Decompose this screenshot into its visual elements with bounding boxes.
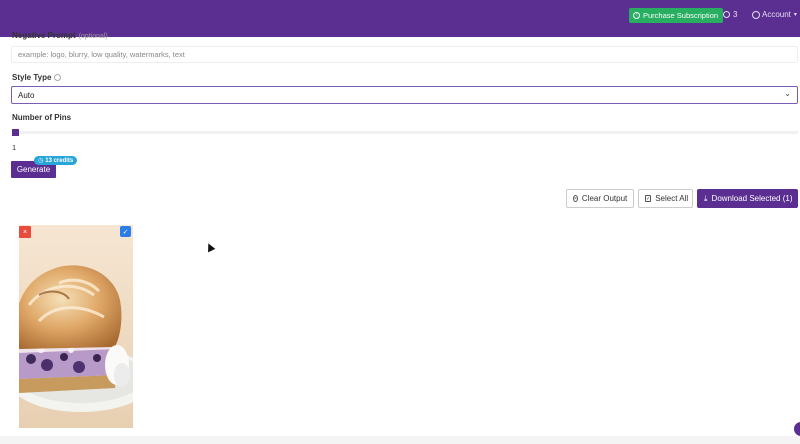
pin-select-checkbox[interactable]: ✓	[120, 226, 131, 237]
page-bottom-edge	[0, 436, 800, 444]
style-type-selected-value: Auto	[18, 91, 35, 100]
download-selected-label: Download Selected (1)	[711, 194, 793, 203]
download-icon: ⤓	[704, 193, 708, 203]
remove-pin-button[interactable]: ×	[19, 226, 31, 238]
style-type-label: Style Type	[12, 73, 62, 82]
caret-down-icon: ▾	[793, 12, 797, 18]
credits-indicator[interactable]: 3	[723, 10, 737, 19]
generated-pin-image[interactable]	[19, 225, 133, 428]
download-selected-button[interactable]: ⤓ Download Selected (1)	[697, 189, 798, 208]
mouse-cursor	[204, 241, 216, 253]
close-circle-icon: ×	[573, 195, 578, 202]
select-all-label: Select All	[655, 194, 689, 203]
arrow-up-circle-icon: ↑	[633, 12, 640, 19]
help-chat-button[interactable]	[794, 422, 800, 436]
purchase-subscription-button[interactable]: ↑ Purchase Subscription	[629, 8, 724, 23]
account-menu[interactable]: Account ▾	[752, 10, 797, 19]
style-type-label-text: Style Type	[12, 73, 52, 82]
checkbox-icon: ✓	[645, 195, 652, 202]
cheesecake-image	[19, 225, 133, 428]
account-label: Account	[762, 10, 791, 19]
credits-cost-text: 13 credits	[45, 157, 74, 164]
pins-slider-track[interactable]	[12, 131, 798, 134]
negative-prompt-label-text: Negative Prompt	[12, 31, 76, 40]
negative-prompt-label: Negative Prompt (optional)	[12, 31, 108, 40]
negative-prompt-input[interactable]	[11, 46, 798, 63]
purchase-subscription-label: Purchase Subscription	[643, 11, 719, 20]
style-type-select[interactable]: Auto ⌄	[11, 86, 798, 104]
clear-output-button[interactable]: × Clear Output	[566, 189, 634, 208]
select-all-button[interactable]: ✓ Select All	[638, 189, 693, 208]
optional-hint: (optional)	[78, 33, 108, 40]
pins-slider-handle[interactable]	[12, 129, 19, 136]
chevron-down-icon: ⌄	[784, 89, 791, 98]
credits-count-value: 3	[733, 10, 738, 19]
clock-icon	[723, 11, 730, 18]
info-icon[interactable]	[54, 74, 62, 81]
number-of-pins-label: Number of Pins	[12, 113, 72, 122]
clock-icon: ◷	[38, 158, 44, 164]
credits-cost-badge: ◷ 13 credits	[34, 156, 78, 165]
pins-slider-value: 1	[12, 143, 17, 152]
clear-output-label: Clear Output	[581, 194, 628, 203]
user-circle-icon	[752, 10, 760, 19]
